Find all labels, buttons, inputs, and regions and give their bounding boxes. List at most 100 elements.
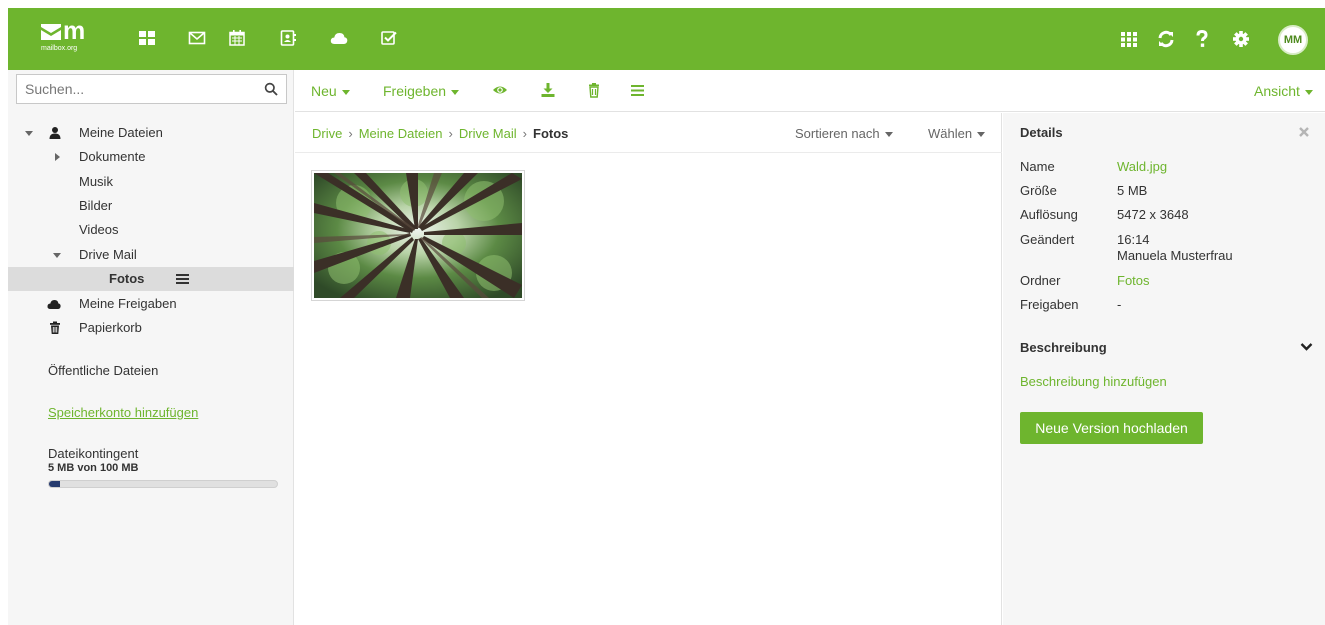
chevron-right-icon: ›: [348, 126, 353, 141]
detail-value-size: 5 MB: [1117, 183, 1148, 198]
detail-value-modified-by: Manuela Musterfrau: [1117, 248, 1233, 263]
top-bar: m mailbox.org MM: [8, 8, 1325, 70]
sidebar-item-my-files[interactable]: Meine Dateien: [8, 121, 294, 145]
breadcrumb: Drive › Meine Dateien › Drive Mail › Fotos: [312, 126, 568, 141]
detail-value-modified-time: 16:14: [1117, 232, 1150, 247]
sidebar-item-my-shares[interactable]: Meine Freigaben: [8, 292, 294, 316]
sidebar-item-music[interactable]: Musik: [8, 170, 294, 194]
sidebar-item-fotos[interactable]: Fotos: [8, 267, 294, 291]
search-input[interactable]: [17, 75, 252, 103]
sidebar-item-label: Meine Freigaben: [79, 296, 177, 311]
chevron-right-icon[interactable]: [52, 152, 62, 162]
quota-bar-fill: [49, 481, 61, 487]
sidebar-item-drive-mail[interactable]: Drive Mail: [8, 243, 294, 267]
header-divider: [295, 152, 1002, 153]
search-box: [16, 74, 287, 104]
settings-icon[interactable]: [1230, 28, 1252, 50]
refresh-icon[interactable]: [1155, 28, 1177, 50]
sidebar-item-label: Fotos: [109, 271, 145, 286]
caret-down-icon: [884, 132, 893, 138]
detail-value-resolution: 5472 x 3648: [1117, 207, 1189, 222]
caret-down-icon: [1304, 89, 1313, 95]
toolbar: Neu Freigeben Ansicht: [295, 70, 1325, 112]
details-title: Details: [1020, 125, 1063, 140]
quota-value: 5 MB von 100 MB: [48, 462, 139, 474]
detail-value-folder[interactable]: Fotos: [1117, 273, 1150, 288]
app-launcher-icon[interactable]: [1118, 28, 1140, 50]
close-icon[interactable]: [1298, 126, 1310, 138]
sidebar-item-videos[interactable]: Videos: [8, 218, 294, 242]
trash-icon[interactable]: [586, 82, 602, 98]
add-description-link[interactable]: Beschreibung hinzufügen: [1020, 374, 1167, 389]
detail-label-shares: Freigaben: [1020, 297, 1079, 312]
share-button-label: Freigeben: [383, 83, 447, 99]
tasks-icon[interactable]: [380, 29, 400, 49]
forest-image: [314, 173, 522, 298]
contacts-icon[interactable]: [279, 29, 299, 49]
quota-title: Dateikontingent: [48, 446, 139, 461]
chevron-down-icon[interactable]: [52, 250, 62, 260]
chevron-down-icon[interactable]: [24, 128, 34, 138]
logo-mark: m: [63, 17, 85, 45]
logo-envelope-icon: [41, 24, 61, 40]
mail-icon[interactable]: [188, 29, 208, 49]
sidebar-item-documents[interactable]: Dokumente: [8, 145, 294, 169]
help-icon[interactable]: [1191, 28, 1213, 50]
sidebar-item-trash[interactable]: Papierkorb: [8, 316, 294, 340]
mailbox-logo[interactable]: m mailbox.org: [41, 17, 101, 61]
download-icon[interactable]: [540, 82, 556, 98]
description-section-title[interactable]: Beschreibung: [1020, 340, 1107, 355]
calendar-icon[interactable]: [228, 29, 248, 49]
avatar[interactable]: MM: [1278, 25, 1308, 55]
sidebar-item-label: Meine Dateien: [79, 125, 163, 140]
detail-label-name: Name: [1020, 159, 1055, 174]
caret-down-icon: [341, 89, 350, 95]
upload-new-version-button[interactable]: Neue Version hochladen: [1020, 412, 1203, 444]
search-icon[interactable]: [264, 82, 278, 96]
breadcrumb-item[interactable]: Drive: [312, 126, 342, 141]
sidebar-item-label: Drive Mail: [79, 247, 137, 262]
breadcrumb-item[interactable]: Drive Mail: [459, 126, 517, 141]
sort-button-label: Sortieren nach: [795, 126, 880, 141]
chevron-right-icon: ›: [448, 126, 453, 141]
file-thumbnail[interactable]: [311, 170, 525, 301]
view-button[interactable]: Ansicht: [1254, 83, 1313, 99]
view-button-label: Ansicht: [1254, 83, 1300, 99]
select-button-label: Wählen: [928, 126, 973, 141]
sidebar-item-label: Bilder: [79, 198, 113, 213]
new-button[interactable]: Neu: [311, 83, 350, 99]
add-storage-link[interactable]: Speicherkonto hinzufügen: [48, 405, 198, 420]
detail-label-modified: Geändert: [1020, 232, 1075, 247]
user-icon: [49, 127, 61, 139]
folder-menu-icon[interactable]: [176, 273, 189, 285]
cloud-icon: [47, 300, 61, 309]
sidebar-item-label: Musik: [79, 174, 113, 189]
chevron-down-icon[interactable]: [1300, 342, 1313, 352]
public-files-link[interactable]: Öffentliche Dateien: [48, 363, 158, 378]
new-button-label: Neu: [311, 83, 337, 99]
portal-icon[interactable]: [138, 29, 158, 49]
detail-value-shares: -: [1117, 297, 1122, 312]
sidebar-item-pictures[interactable]: Bilder: [8, 194, 294, 218]
sidebar-item-label: Videos: [79, 222, 119, 237]
breadcrumb-item[interactable]: Meine Dateien: [359, 126, 443, 141]
trash-icon: [50, 321, 60, 334]
menu-icon[interactable]: [630, 82, 646, 98]
details-panel: Details Name Wald.jpg Größe 5 MB Auflösu…: [1003, 113, 1325, 625]
detail-label-resolution: Auflösung: [1020, 207, 1078, 222]
sidebar: Meine Dateien Dokumente Musik Bilder Vid…: [8, 70, 294, 625]
chevron-right-icon: ›: [522, 126, 527, 141]
logo-subtitle: mailbox.org: [41, 45, 78, 52]
breadcrumb-current: Fotos: [533, 126, 569, 141]
caret-down-icon: [977, 132, 986, 138]
eye-icon[interactable]: [492, 82, 508, 98]
sidebar-item-label: Papierkorb: [79, 320, 142, 335]
sort-button[interactable]: Sortieren nach: [795, 126, 893, 141]
file-list-area: Drive › Meine Dateien › Drive Mail › Fotos Sor…: [295, 113, 1002, 625]
caret-down-icon: [451, 89, 460, 95]
detail-value-name[interactable]: Wald.jpg: [1117, 159, 1167, 174]
drive-icon[interactable]: [330, 29, 350, 49]
detail-label-folder: Ordner: [1020, 273, 1061, 288]
share-button[interactable]: Freigeben: [383, 83, 460, 99]
select-button[interactable]: Wählen: [928, 126, 986, 141]
